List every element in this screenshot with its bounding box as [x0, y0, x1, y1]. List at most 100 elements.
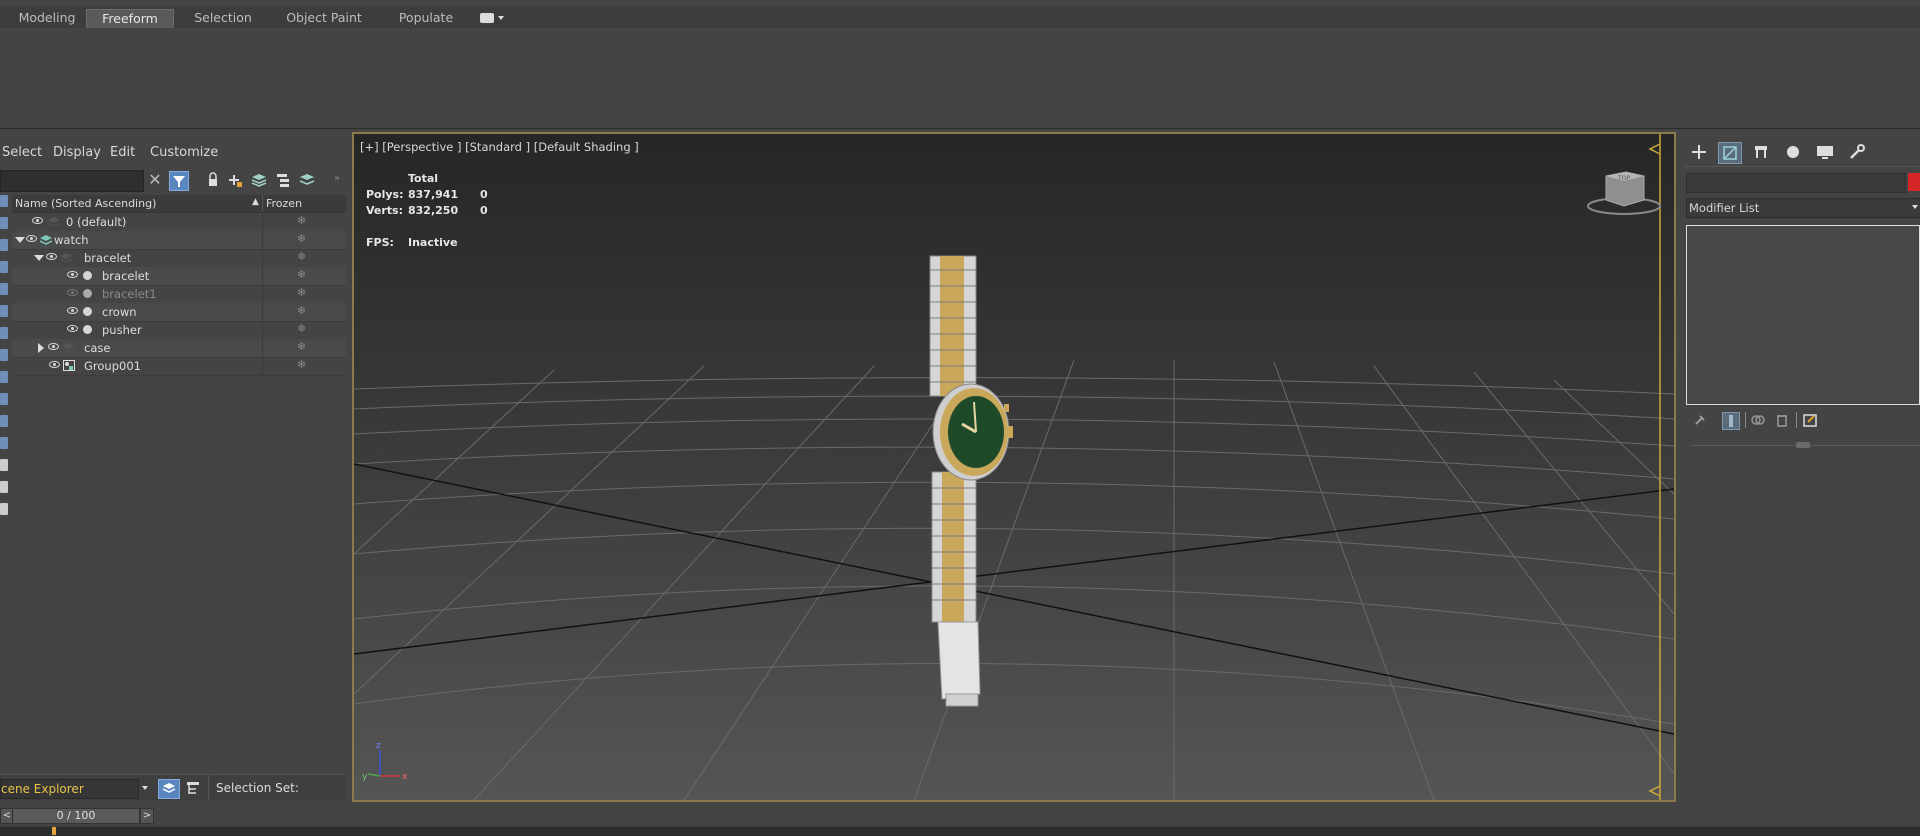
- frozen-snowflake-icon[interactable]: ❄: [297, 250, 306, 263]
- explorer-selector-dropdown[interactable]: cene Explorer: [0, 779, 139, 799]
- chevron-down-icon[interactable]: [498, 16, 504, 20]
- visibility-eye-icon[interactable]: [67, 325, 78, 332]
- trash-icon[interactable]: [1774, 412, 1790, 428]
- visibility-eye-icon[interactable]: [67, 307, 78, 314]
- viewport-label-menu[interactable]: [+] [Perspective ] [Standard ] [Default …: [360, 140, 639, 154]
- frozen-snowflake-icon[interactable]: ❄: [297, 214, 306, 227]
- tool-icon[interactable]: [0, 261, 8, 273]
- object-color-swatch[interactable]: [1908, 173, 1920, 191]
- menu-edit[interactable]: Edit: [110, 145, 135, 160]
- lock-icon[interactable]: [204, 171, 222, 189]
- tool-icon[interactable]: [0, 371, 8, 383]
- display-icon[interactable]: [1814, 142, 1836, 162]
- next-frame-button[interactable]: >: [140, 808, 154, 824]
- tool-icon[interactable]: [0, 217, 8, 229]
- resize-handle[interactable]: [1796, 442, 1810, 448]
- collapse-arrow-icon[interactable]: [34, 255, 44, 261]
- divider: [262, 213, 263, 231]
- list-item[interactable]: crown ❄: [12, 303, 346, 322]
- modifier-list-dropdown[interactable]: Modifier List: [1686, 198, 1920, 218]
- tool-icon[interactable]: [0, 195, 8, 207]
- frozen-snowflake-icon[interactable]: ❄: [297, 340, 306, 353]
- menu-display[interactable]: Display: [53, 145, 101, 160]
- frozen-snowflake-icon[interactable]: ❄: [297, 232, 306, 245]
- hidden-eye-icon[interactable]: [67, 289, 78, 296]
- menu-select[interactable]: Select: [2, 145, 42, 160]
- tool-icon[interactable]: [0, 459, 8, 471]
- visibility-eye-icon[interactable]: [67, 271, 78, 278]
- tab-populate[interactable]: Populate: [392, 9, 460, 27]
- name-column-header[interactable]: Name (Sorted Ascending): [15, 197, 156, 210]
- configure-modifier-sets-icon[interactable]: [1802, 412, 1818, 428]
- pin-stack-icon[interactable]: [1692, 412, 1708, 428]
- frozen-snowflake-icon[interactable]: ❄: [297, 286, 306, 299]
- tool-icon[interactable]: [0, 349, 8, 361]
- visibility-eye-icon[interactable]: [26, 235, 37, 242]
- viewcube-face-label: TOP: [1617, 175, 1630, 182]
- create-icon[interactable]: [1688, 142, 1710, 162]
- layer-stack-icon[interactable]: [298, 171, 316, 189]
- modify-icon[interactable]: [1718, 142, 1742, 164]
- tool-icon[interactable]: [0, 239, 8, 251]
- object-name-field[interactable]: [1686, 173, 1906, 193]
- modifier-stack[interactable]: [1686, 225, 1920, 405]
- tab-modeling[interactable]: Modeling: [14, 9, 80, 27]
- hierarchy-icon[interactable]: [274, 171, 292, 189]
- object-icon: [83, 307, 92, 316]
- divider: [208, 775, 209, 801]
- collapse-arrow-icon[interactable]: [15, 237, 25, 243]
- filter-icon[interactable]: [169, 171, 189, 191]
- tool-icon[interactable]: [0, 305, 8, 317]
- tool-icon[interactable]: [0, 327, 8, 339]
- chevron-down-icon[interactable]: [142, 786, 148, 790]
- menu-customize[interactable]: Customize: [150, 145, 218, 160]
- tool-icon[interactable]: [0, 283, 8, 295]
- list-item[interactable]: pusher ❄: [12, 321, 346, 340]
- hierarchy-icon[interactable]: [184, 779, 202, 797]
- list-item[interactable]: Group001 ❄: [12, 357, 346, 376]
- list-item[interactable]: case ❄: [12, 339, 346, 358]
- expand-arrow-icon[interactable]: [38, 343, 44, 353]
- expand-icon[interactable]: »: [334, 173, 340, 184]
- time-slider-thumb[interactable]: 0 / 100: [12, 808, 140, 824]
- frozen-snowflake-icon[interactable]: ❄: [297, 322, 306, 335]
- list-item-label: case: [84, 341, 111, 355]
- list-item[interactable]: 0 (default) ❄: [12, 213, 346, 232]
- show-end-result-icon[interactable]: [1722, 412, 1740, 430]
- divider: [262, 267, 263, 285]
- list-item[interactable]: watch ❄: [12, 231, 346, 250]
- frozen-snowflake-icon[interactable]: ❄: [297, 268, 306, 281]
- layers-icon[interactable]: [250, 171, 268, 189]
- camera-dropdown-icon[interactable]: [480, 13, 494, 23]
- tool-icon[interactable]: [0, 503, 8, 515]
- tool-icon[interactable]: [0, 393, 8, 405]
- hierarchy-icon[interactable]: [1750, 142, 1772, 162]
- list-item[interactable]: bracelet1 ❄: [12, 285, 346, 304]
- frozen-snowflake-icon[interactable]: ❄: [297, 304, 306, 317]
- crown: [1007, 426, 1013, 438]
- chevron-down-icon[interactable]: [1912, 205, 1918, 209]
- tool-icon[interactable]: [0, 437, 8, 449]
- tab-freeform[interactable]: Freeform: [86, 9, 174, 28]
- tool-icon[interactable]: [0, 415, 8, 427]
- perspective-viewport[interactable]: TOP z x y [+] [Perspective ] [Standard ]…: [352, 132, 1676, 802]
- tab-selection[interactable]: Selection: [188, 9, 258, 27]
- layer-explorer-icon[interactable]: [158, 779, 180, 799]
- visibility-eye-icon[interactable]: [32, 217, 43, 224]
- sort-ascending-icon[interactable]: ▲: [252, 197, 259, 207]
- tab-object-paint[interactable]: Object Paint: [282, 9, 366, 27]
- list-item[interactable]: bracelet ❄: [12, 249, 346, 268]
- visibility-eye-icon[interactable]: [49, 361, 60, 368]
- make-unique-icon[interactable]: [1750, 412, 1766, 428]
- frozen-column-header[interactable]: Frozen: [266, 197, 302, 210]
- visibility-eye-icon[interactable]: [46, 253, 57, 260]
- utilities-icon[interactable]: [1846, 142, 1868, 162]
- frozen-snowflake-icon[interactable]: ❄: [297, 358, 306, 371]
- motion-icon[interactable]: [1782, 142, 1804, 162]
- add-layer-icon[interactable]: [226, 171, 244, 189]
- list-item[interactable]: bracelet ❄: [12, 267, 346, 286]
- tool-icon[interactable]: [0, 481, 8, 493]
- clear-icon[interactable]: ✕: [146, 171, 164, 189]
- visibility-eye-icon[interactable]: [48, 343, 59, 350]
- search-input[interactable]: [0, 170, 144, 192]
